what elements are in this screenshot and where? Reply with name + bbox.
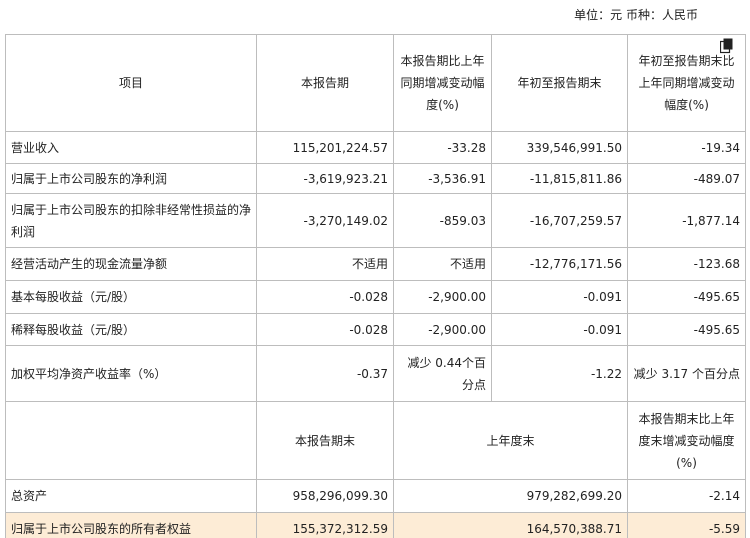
header-item: 项目 <box>5 34 257 132</box>
row-ytd-change: -123.68 <box>627 247 746 281</box>
row-current-change: -859.03 <box>393 193 492 248</box>
row-current: 不适用 <box>256 247 394 281</box>
header-current-change: 本报告期比上年同期增减变动幅度(%) <box>393 34 492 132</box>
row-change: -2.14 <box>627 479 746 513</box>
header-change: 本报告期末比上年度末增减变动幅度(%) <box>627 401 746 480</box>
row-prior-year-end: 979,282,699.20 <box>393 479 628 513</box>
header-blank <box>5 401 257 480</box>
row-current-change: 不适用 <box>393 247 492 281</box>
row-ytd-change: -19.34 <box>627 131 746 164</box>
table-row: 归属于上市公司股东的净利润 -3,619,923.21 -3,536.91 -1… <box>5 163 746 194</box>
row-current-change: -2,900.00 <box>393 313 492 346</box>
row-current-change: -2,900.00 <box>393 280 492 314</box>
row-ytd: -0.091 <box>491 313 628 346</box>
row-ytd-change: -1,877.14 <box>627 193 746 248</box>
table-row: 归属于上市公司股东的扣除非经常性损益的净利润 -3,270,149.02 -85… <box>5 193 746 248</box>
row-period-end: 958,296,099.30 <box>256 479 394 513</box>
row-current-change: -33.28 <box>393 131 492 164</box>
row-item: 稀释每股收益（元/股） <box>5 313 257 346</box>
row-current: 115,201,224.57 <box>256 131 394 164</box>
header-period-end: 本报告期末 <box>256 401 394 480</box>
table-header-row: 项目 本报告期 本报告期比上年同期增减变动幅度(%) 年初至报告期末 年初至报告… <box>5 34 746 132</box>
table-row: 基本每股收益（元/股） -0.028 -2,900.00 -0.091 -495… <box>5 280 746 314</box>
row-ytd-change: -489.07 <box>627 163 746 194</box>
row-ytd-change: -495.65 <box>627 313 746 346</box>
financial-data-table: 项目 本报告期 本报告期比上年同期增减变动幅度(%) 年初至报告期末 年初至报告… <box>5 34 746 538</box>
row-current: -0.37 <box>256 345 394 402</box>
header-ytd-change: 年初至报告期末比上年同期增减变动幅度(%) <box>627 34 746 132</box>
row-ytd-change: -495.65 <box>627 280 746 314</box>
row-change: -5.59 <box>627 512 746 538</box>
row-item: 归属于上市公司股东的所有者权益 <box>5 512 257 538</box>
row-current: -3,619,923.21 <box>256 163 394 194</box>
row-item: 经营活动产生的现金流量净额 <box>5 247 257 281</box>
row-current: -3,270,149.02 <box>256 193 394 248</box>
header-prior-year-end: 上年度末 <box>393 401 628 480</box>
row-ytd-change: 减少 3.17 个百分点 <box>627 345 746 402</box>
row-item: 总资产 <box>5 479 257 513</box>
row-ytd: -16,707,259.57 <box>491 193 628 248</box>
row-item: 基本每股收益（元/股） <box>5 280 257 314</box>
row-period-end: 155,372,312.59 <box>256 512 394 538</box>
unit-currency-note: 单位：元 币种：人民币 <box>574 8 698 22</box>
row-item: 归属于上市公司股东的扣除非经常性损益的净利润 <box>5 193 257 248</box>
table-row: 总资产 958,296,099.30 979,282,699.20 -2.14 <box>5 479 746 513</box>
row-ytd: -0.091 <box>491 280 628 314</box>
row-item: 加权平均净资产收益率（%） <box>5 345 257 402</box>
table-row: 稀释每股收益（元/股） -0.028 -2,900.00 -0.091 -495… <box>5 313 746 346</box>
table-row: 加权平均净资产收益率（%） -0.37 减少 0.44个百分点 -1.22 减少… <box>5 345 746 402</box>
row-ytd: -11,815,811.86 <box>491 163 628 194</box>
row-ytd: -1.22 <box>491 345 628 402</box>
row-current: -0.028 <box>256 313 394 346</box>
row-current-change: 减少 0.44个百分点 <box>393 345 492 402</box>
row-ytd: -12,776,171.56 <box>491 247 628 281</box>
row-prior-year-end: 164,570,388.71 <box>393 512 628 538</box>
row-item: 营业收入 <box>5 131 257 164</box>
row-current-change: -3,536.91 <box>393 163 492 194</box>
row-ytd: 339,546,991.50 <box>491 131 628 164</box>
row-current: -0.028 <box>256 280 394 314</box>
header-current-period: 本报告期 <box>256 34 394 132</box>
header-ytd: 年初至报告期末 <box>491 34 628 132</box>
table-row: 经营活动产生的现金流量净额 不适用 不适用 -12,776,171.56 -12… <box>5 247 746 281</box>
table-row: 归属于上市公司股东的所有者权益 155,372,312.59 164,570,3… <box>5 512 746 538</box>
row-item: 归属于上市公司股东的净利润 <box>5 163 257 194</box>
table-header-row: 本报告期末 上年度末 本报告期末比上年度末增减变动幅度(%) <box>5 401 746 480</box>
table-row: 营业收入 115,201,224.57 -33.28 339,546,991.5… <box>5 131 746 164</box>
